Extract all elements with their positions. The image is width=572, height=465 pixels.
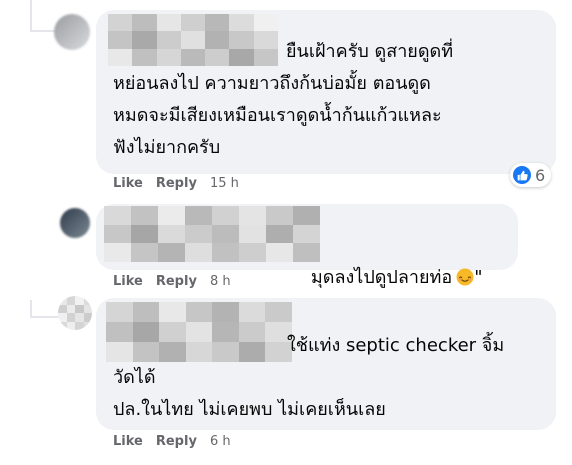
comment-text-line: ใช้แท่ง septic checker จิ้ม — [287, 335, 505, 356]
thread-line — [30, 316, 60, 318]
like-button[interactable]: Like — [113, 434, 143, 449]
like-button[interactable]: Like — [113, 274, 143, 289]
author-name-blurred[interactable] — [106, 302, 292, 362]
comment-actions: Like Reply 8 h — [113, 274, 231, 289]
thread-line — [30, 0, 32, 32]
reaction-count: 6 — [535, 165, 546, 185]
comment-text-line: วัดได้ — [113, 367, 156, 388]
reply-button[interactable]: Reply — [156, 434, 197, 449]
comment-actions: Like Reply 15 h — [113, 176, 239, 191]
smiling-face-emoji — [456, 265, 474, 286]
comment-text-line: ปล.ในไทย ไม่เคยพบ ไม่เคยเห็นเลย — [113, 399, 386, 420]
comment-timestamp[interactable]: 8 h — [210, 274, 231, 289]
avatar[interactable] — [54, 14, 90, 50]
comment-text: มุดลงไปดูปลายท่อ — [310, 267, 453, 288]
comment-timestamp[interactable]: 6 h — [210, 434, 231, 449]
comment-text-line: ฟังไม่ยากครับ — [113, 137, 221, 158]
reaction-count-badge[interactable]: 6 — [510, 163, 552, 187]
avatar[interactable] — [58, 296, 92, 330]
comment-text-line: หมดจะมีเสียงเหมือนเราดูดน้ำก้นแก้วแหละ — [113, 105, 442, 126]
avatar[interactable] — [60, 208, 90, 238]
comment-timestamp[interactable]: 15 h — [210, 176, 239, 191]
comment-text-line: หย่อนลงไป ความยาวถึงก้นบ่อมั้ย ตอนดูด — [113, 73, 431, 94]
author-name-blurred[interactable] — [108, 14, 278, 66]
reply-button[interactable]: Reply — [156, 176, 197, 191]
like-button[interactable]: Like — [113, 176, 143, 191]
comment-text: " — [474, 267, 483, 288]
reply-button[interactable]: Reply — [156, 274, 197, 289]
comment-text-line: ยืนเฝ้าครับ ดูสายดูดที่ — [286, 41, 454, 62]
like-reaction-icon — [513, 166, 531, 184]
comment-actions: Like Reply 6 h — [113, 434, 231, 449]
